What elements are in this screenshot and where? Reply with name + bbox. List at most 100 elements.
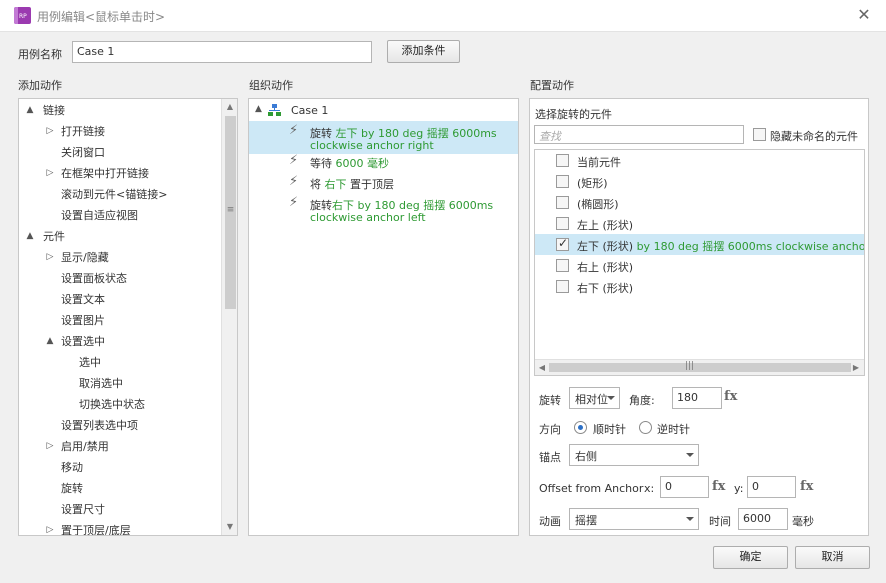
case-label[interactable]: Case 1	[291, 104, 328, 117]
offset-x-input[interactable]: 0	[660, 476, 709, 498]
action-tree-item-label: 元件	[43, 230, 65, 243]
action-tree-item[interactable]: 关闭窗口	[19, 142, 219, 163]
action-tree-item[interactable]: ▲ 元件	[19, 226, 219, 247]
hide-unnamed-label: 隐藏未命名的元件	[770, 130, 858, 143]
widget-checkbox[interactable]	[556, 154, 569, 167]
anchor-label: 锚点	[539, 451, 561, 464]
time-input[interactable]: 6000	[738, 508, 788, 530]
action-tree-item[interactable]: 设置文本	[19, 289, 219, 310]
counterclockwise-radio[interactable]	[639, 421, 652, 434]
hscroll-thumb[interactable]	[549, 363, 851, 372]
window-title: 用例编辑<鼠标单击时>	[37, 10, 166, 24]
action-tree-item-label: 选中	[79, 356, 101, 369]
widget-list-item[interactable]: 当前元件	[535, 150, 864, 171]
action-tree-item[interactable]: ▷ 打开链接	[19, 121, 219, 142]
action-tree-item[interactable]: ▷ 置于顶层/底层	[19, 520, 219, 535]
widget-checkbox[interactable]	[556, 196, 569, 209]
action-tree-item[interactable]: 设置图片	[19, 310, 219, 331]
collapse-icon[interactable]: ▲	[255, 104, 262, 114]
scroll-down-icon[interactable]: ▼	[222, 522, 237, 531]
case-action-item[interactable]: ⚡ 将 右下 置于顶层	[249, 172, 518, 193]
action-tree-item[interactable]: 切换选中状态	[19, 394, 219, 415]
action-detail-line: clockwise anchor left	[310, 211, 426, 224]
scroll-left-icon[interactable]: ◀	[537, 363, 547, 372]
collapsed-caret-icon[interactable]: ▷	[45, 163, 55, 184]
rotate-mode-select[interactable]: 相对位	[569, 387, 620, 409]
widget-list-item[interactable]: 左下 (形状) by 180 deg 摇摆 6000ms clockwise a…	[535, 234, 864, 255]
widget-list-item[interactable]: 左上 (形状)	[535, 213, 864, 234]
widget-checkbox[interactable]	[556, 280, 569, 293]
widget-list-item[interactable]: 右上 (形状)	[535, 255, 864, 276]
action-tree-item[interactable]: 设置自适应视图	[19, 205, 219, 226]
widget-name: 左上 (形状)	[577, 219, 634, 232]
add-condition-button[interactable]: 添加条件	[387, 40, 460, 63]
cancel-button[interactable]: 取消	[795, 546, 870, 569]
configure-action-heading: 配置动作	[530, 79, 574, 92]
widget-checkbox[interactable]	[556, 217, 569, 230]
action-tree-item[interactable]: 选中	[19, 352, 219, 373]
action-tree-item[interactable]: ▷ 显示/隐藏	[19, 247, 219, 268]
animation-select[interactable]: 摇摆	[569, 508, 699, 530]
action-tree-item[interactable]: ▲ 设置选中	[19, 331, 219, 352]
widget-list-item[interactable]: (矩形)	[535, 171, 864, 192]
angle-fx-button[interactable]: fx	[724, 389, 737, 404]
expanded-caret-icon[interactable]: ▲	[25, 100, 35, 121]
widget-checkbox[interactable]	[556, 175, 569, 188]
widget-search-input[interactable]: 查找	[534, 125, 744, 144]
case-action-item[interactable]: ⚡ 等待 6000 毫秒	[249, 151, 518, 172]
hide-unnamed-checkbox[interactable]	[753, 128, 766, 141]
action-tree-item[interactable]: 取消选中	[19, 373, 219, 394]
scroll-right-icon[interactable]: ▶	[851, 363, 861, 372]
action-tree-item[interactable]: 旋转	[19, 478, 219, 499]
case-action-item[interactable]: ⚡ 旋转右下 by 180 deg 摇摆 6000ms clockwise anch…	[249, 193, 518, 226]
action-tree-item[interactable]: 滚动到元件<锚链接>	[19, 184, 219, 205]
offset-y-input[interactable]: 0	[747, 476, 796, 498]
widget-label: 左上 (形状)	[577, 217, 633, 233]
action-tree-item[interactable]: 设置列表选中项	[19, 415, 219, 436]
action-tree-item[interactable]: ▲ 链接	[19, 100, 219, 121]
action-tree-item[interactable]: 设置尺寸	[19, 499, 219, 520]
animation-label: 动画	[539, 515, 561, 528]
expanded-caret-icon[interactable]: ▲	[25, 226, 35, 247]
collapsed-caret-icon[interactable]: ▷	[45, 247, 55, 268]
action-target: 6000 毫秒	[335, 157, 390, 170]
case-action-item[interactable]: ⚡ 旋转 左下 by 180 deg 摇摆 6000ms clockwise anc…	[249, 121, 518, 154]
lightning-icon: ⚡	[289, 195, 299, 210]
widget-checkbox[interactable]	[556, 259, 569, 272]
action-tree-item[interactable]: ▷ 在框架中打开链接	[19, 163, 219, 184]
scroll-up-icon[interactable]: ▲	[222, 102, 237, 111]
widget-checkbox[interactable]	[556, 236, 569, 251]
anchor-value: 右侧	[575, 450, 597, 463]
widget-label: 左下 (形状) by 180 deg 摇摆 6000ms clockwise a…	[577, 238, 864, 254]
lightning-icon: ⚡	[289, 123, 299, 138]
case-tree-icon	[268, 104, 281, 116]
ok-button[interactable]: 确定	[713, 546, 788, 569]
action-tree-item[interactable]: 设置面板状态	[19, 268, 219, 289]
angle-input[interactable]: 180	[672, 387, 722, 409]
widget-list-item[interactable]: 右下 (形状)	[535, 276, 864, 297]
widget-list-hscrollbar[interactable]: ◀ ||| ▶	[535, 359, 864, 375]
collapsed-caret-icon[interactable]: ▷	[45, 520, 55, 535]
action-tree-panel: ▲ 链接 ▷ 打开链接 关闭窗口 ▷ 在框架中打开链接 滚动到元件<锚链接> 设置自适应视图 ▲ 元…	[18, 98, 238, 536]
action-tree-item[interactable]: 移动	[19, 457, 219, 478]
action-tree-scrollbar[interactable]: ▲ ≡ ▼	[221, 99, 237, 535]
anchor-select[interactable]: 右侧	[569, 444, 699, 466]
action-tree-item[interactable]: ▷ 启用/禁用	[19, 436, 219, 457]
collapsed-caret-icon[interactable]: ▷	[45, 121, 55, 142]
lightning-icon: ⚡	[289, 174, 299, 189]
action-text-line: 等待 6000 毫秒	[310, 155, 389, 171]
expanded-caret-icon[interactable]: ▲	[45, 331, 55, 352]
collapsed-caret-icon[interactable]: ▷	[45, 436, 55, 457]
action-tree-item-label: 链接	[43, 104, 65, 117]
clockwise-radio[interactable]	[574, 421, 587, 434]
widget-list-item[interactable]: (椭圆形)	[535, 192, 864, 213]
action-tree-item-label: 旋转	[61, 482, 83, 495]
widget-label: 右上 (形状)	[577, 259, 633, 275]
offset-x-fx-button[interactable]: fx	[712, 479, 725, 494]
close-icon[interactable]: ✕	[855, 6, 873, 24]
offset-y-label: y:	[734, 482, 744, 495]
configure-action-panel: 选择旋转的元件 查找 隐藏未命名的元件 当前元件 (矩形) (椭圆形) 左上 (形状)…	[529, 98, 869, 536]
offset-y-fx-button[interactable]: fx	[800, 479, 813, 494]
case-name-input[interactable]: Case 1	[72, 41, 372, 63]
axure-app-icon: RP	[14, 7, 31, 24]
